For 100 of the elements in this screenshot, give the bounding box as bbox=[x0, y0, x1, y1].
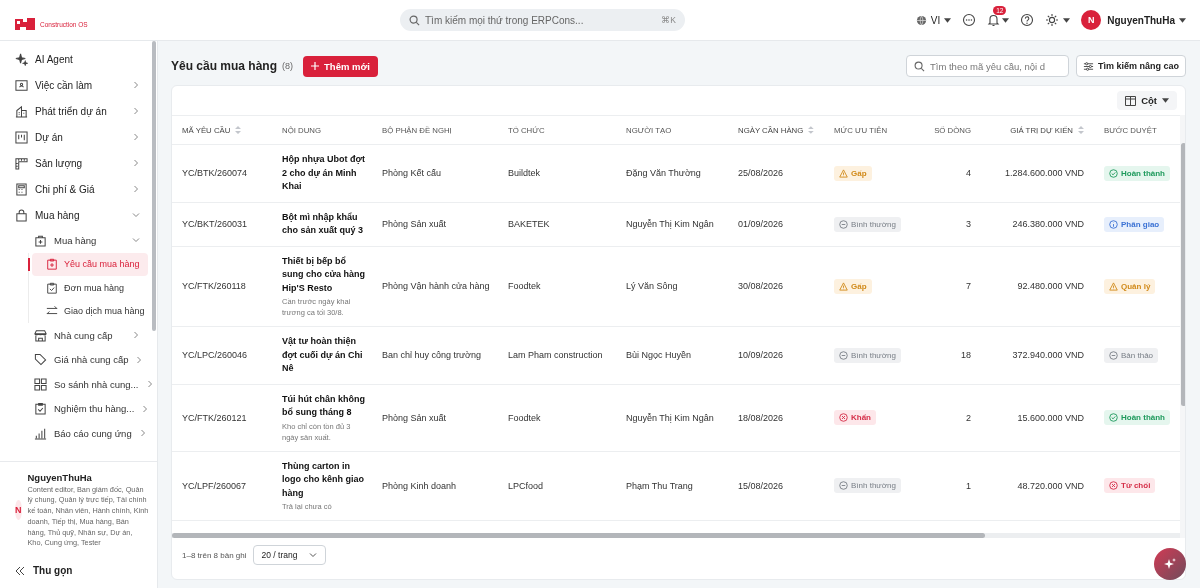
sidebar-item[interactable]: So sánh nhà cung... bbox=[0, 372, 157, 397]
table-cell: 18/08/2026 bbox=[738, 412, 784, 423]
table-cell: YC/BKT/260031 bbox=[182, 219, 248, 229]
approval-tag: Bản thảo bbox=[1104, 347, 1159, 363]
priority-tag: Gấp bbox=[834, 165, 872, 181]
table-cell: LPCfood bbox=[508, 480, 544, 491]
table-cell: 10/09/2026 bbox=[738, 350, 784, 361]
sun-icon bbox=[1045, 13, 1060, 27]
warning-icon bbox=[1109, 281, 1118, 291]
table-cell: Phòng Vận hành cửa hàng bbox=[382, 281, 490, 292]
table-cell: Phòng Sản xuất bbox=[382, 412, 447, 423]
warning-icon bbox=[839, 281, 848, 291]
table-cell: 3 bbox=[966, 219, 971, 229]
table-cell: Phòng Kết cấu bbox=[382, 168, 442, 179]
logo-icon bbox=[14, 16, 36, 32]
table-cell: 25/08/2026 bbox=[738, 168, 784, 179]
table-cell: YC/BTK/260074 bbox=[182, 168, 248, 179]
help-icon[interactable] bbox=[1020, 13, 1035, 27]
table-cell: 1.284.600.000 VND bbox=[1004, 168, 1084, 179]
request-title[interactable]: Thùng carton in logo cho kênh giao hàng bbox=[282, 459, 366, 500]
record-count: (8) bbox=[282, 61, 294, 71]
sidebar-item[interactable]: AI Agent bbox=[0, 46, 157, 72]
table-cell: 15.600.000 VND bbox=[1017, 412, 1084, 423]
table-cell: YC/LPC/260046 bbox=[182, 350, 248, 361]
table-cell: Đặng Văn Thường bbox=[626, 168, 701, 179]
caret-icon bbox=[1162, 98, 1169, 103]
request-title[interactable]: Thiết bị bếp bổ sung cho cửa hàng Hip'S Resto bbox=[282, 254, 366, 295]
table-cell: 18 bbox=[961, 350, 971, 361]
table-cell: Buildtek bbox=[508, 168, 541, 179]
table-cell: Lý Văn Sông bbox=[626, 281, 678, 292]
theme-button[interactable] bbox=[1045, 13, 1071, 27]
user-menu-button[interactable]: N NguyenThuHa bbox=[1081, 10, 1186, 30]
columns-icon bbox=[1125, 95, 1137, 106]
sidebar-item[interactable]: Nhà cung cấp bbox=[0, 323, 157, 348]
sidebar-item[interactable]: Báo cáo cung ứng bbox=[0, 421, 157, 446]
priority-tag: Khẩn bbox=[834, 410, 876, 425]
table-cell: 7 bbox=[966, 281, 971, 292]
chat-icon[interactable] bbox=[962, 13, 977, 27]
caret-icon bbox=[1063, 17, 1071, 23]
sidebar-item[interactable]: Giao dịch mua hàng bbox=[32, 299, 148, 323]
approval-tag: Hoàn thành bbox=[1104, 165, 1170, 181]
approval-tag: Phân giao bbox=[1104, 216, 1165, 232]
shortcut-hint: ⌘K bbox=[661, 15, 676, 25]
table-cell: 15/08/2026 bbox=[738, 480, 784, 491]
sidebar-item[interactable]: Chi phí & Giá bbox=[0, 176, 157, 202]
search-icon bbox=[409, 14, 420, 26]
warning-icon bbox=[839, 168, 848, 178]
table-cell: YC/FTK/260118 bbox=[182, 281, 246, 292]
user-avatar: N bbox=[15, 500, 22, 521]
page-size-select[interactable]: 20 / trang bbox=[252, 545, 327, 565]
priority-tag: Bình thường bbox=[834, 347, 901, 363]
table-cell: 372.940.000 VND bbox=[1012, 350, 1084, 361]
sidebar-item[interactable]: Sản lượng bbox=[0, 150, 157, 176]
table-cell: Phạm Thu Trang bbox=[626, 480, 693, 491]
approval-tag: Quản lý bbox=[1104, 278, 1156, 294]
table-cell: Foodtek bbox=[508, 281, 541, 292]
table-cell: Ban chỉ huy công trường bbox=[382, 350, 481, 361]
chevron-icon bbox=[309, 552, 318, 558]
user-avatar: N bbox=[1081, 10, 1102, 30]
search-icon bbox=[913, 60, 925, 72]
approval-tag: Từ chối bbox=[1104, 478, 1156, 494]
caret-icon bbox=[944, 17, 952, 23]
table-cell: 246.380.000 VND bbox=[1012, 219, 1084, 229]
info-icon bbox=[1109, 219, 1118, 229]
request-title[interactable]: Vật tư hoàn thiện đợt cuối dự án Chi Nê bbox=[282, 335, 366, 376]
search-field[interactable]: Tìm theo mã yêu cầu, nội d bbox=[905, 55, 1069, 77]
table-cell: Lam Pham construction bbox=[508, 350, 603, 361]
sidebar-item[interactable]: Nghiệm thu hàng... bbox=[0, 396, 157, 421]
sidebar-item[interactable]: Mua hàng bbox=[0, 202, 157, 228]
table-cell: Bùi Ngọc Huyền bbox=[626, 350, 692, 361]
caret-icon[interactable] bbox=[1002, 17, 1010, 23]
sidebar-item[interactable]: Mua hàng bbox=[0, 228, 157, 253]
table-cell: Nguyễn Thị Kim Ngân bbox=[626, 412, 714, 423]
columns-button[interactable]: Cột bbox=[1117, 91, 1177, 110]
language-button[interactable]: VI bbox=[915, 14, 952, 26]
request-title[interactable]: Hộp nhựa Ubot đợt 2 cho dự án Minh Khai bbox=[282, 153, 366, 194]
collapse-button[interactable]: Thu gọn bbox=[0, 555, 157, 588]
request-title[interactable]: Bột mì nhập khẩu cho sản xuất quý 3 bbox=[282, 210, 366, 238]
request-title[interactable]: Túi hút chân không bổ sung tháng 8 bbox=[282, 392, 366, 420]
add-button[interactable]: Thêm mới bbox=[303, 55, 378, 77]
sidebar-item[interactable]: Dự án bbox=[0, 124, 157, 150]
advanced-search-button[interactable]: Tìm kiếm nâng cao bbox=[1075, 55, 1186, 77]
table-cell: 30/08/2026 bbox=[738, 281, 784, 292]
user-name: NguyenThuHa bbox=[27, 471, 93, 483]
sidebar-item[interactable]: Đơn mua hàng bbox=[32, 276, 148, 300]
priority-tag: Gấp bbox=[834, 278, 872, 294]
bell-icon[interactable] bbox=[987, 13, 1001, 27]
table-cell: 4 bbox=[966, 168, 971, 179]
globe-icon bbox=[915, 14, 927, 26]
sidebar-item[interactable]: Phát triển dự án bbox=[0, 98, 157, 124]
table-cell: Phòng Kinh doanh bbox=[382, 480, 457, 491]
sidebar-item[interactable]: Giá nhà cung cấp bbox=[0, 347, 157, 372]
sliders-icon bbox=[1082, 60, 1094, 72]
sidebar-item[interactable]: Việc cần làm bbox=[0, 72, 157, 98]
approval-tag: Hoàn thành bbox=[1104, 410, 1170, 425]
table-cell: Nguyễn Thị Kim Ngân bbox=[626, 219, 714, 229]
table-cell: BAKETEK bbox=[508, 219, 550, 229]
table-cell: Foodtek bbox=[508, 412, 541, 423]
caret-icon bbox=[1179, 17, 1186, 23]
record-summary: 1–8 trên 8 bản ghi bbox=[182, 550, 247, 560]
